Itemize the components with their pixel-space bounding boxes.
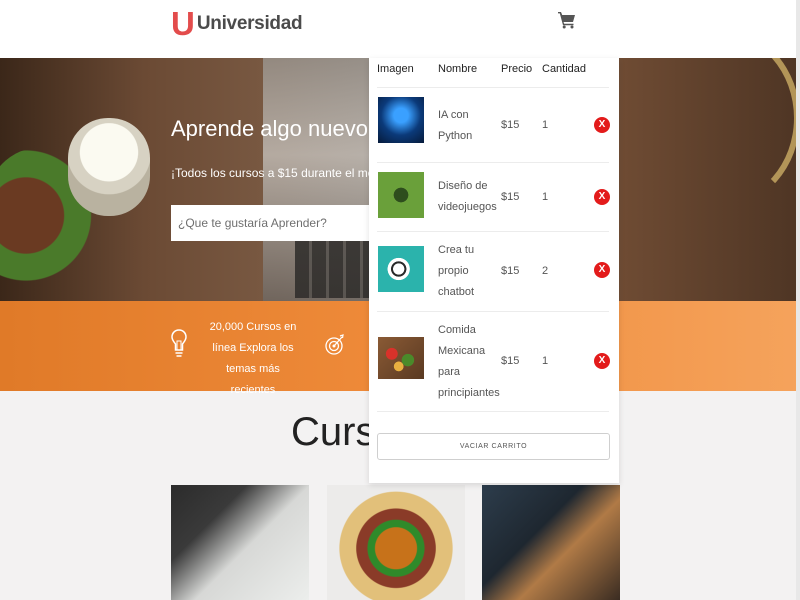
feature-text-courses: 20,000 Cursos en línea Explora los temas…: [209, 321, 297, 396]
lightbulb-icon: [171, 329, 187, 357]
cart-item-name: IA con Python: [438, 109, 473, 142]
cart-item-price: $15: [501, 265, 520, 277]
cart-header-name: Nombre: [438, 63, 478, 75]
remove-item-button[interactable]: X: [594, 117, 610, 133]
cart-row: Comida Mexicana para principiantes $15 1…: [377, 311, 610, 411]
cart-divider: [377, 411, 609, 412]
cart-row: Diseño de videojuegos $15 1 X: [377, 162, 610, 232]
cart-item-name: Crea tu propio chatbot: [438, 244, 475, 298]
course-thumb: [378, 246, 424, 292]
cart-item-price: $15: [501, 119, 520, 131]
cart-item-name: Comida Mexicana para principiantes: [438, 324, 500, 399]
remove-item-button[interactable]: X: [594, 189, 610, 205]
course-thumb: [378, 337, 424, 379]
remove-item-button[interactable]: X: [594, 262, 610, 278]
logo-mark: U: [171, 5, 195, 42]
course-card-image[interactable]: [171, 485, 309, 600]
cart-header-qty: Cantidad: [542, 63, 587, 75]
cart-item-qty: 2: [542, 265, 549, 277]
logo[interactable]: U Universidad: [171, 5, 303, 42]
hero-lamp-image: [640, 58, 800, 208]
empty-cart-button[interactable]: VACIAR CARRITO: [377, 433, 610, 460]
hero-title: Aprende algo nuevo: [171, 116, 368, 141]
cart-item-qty: 1: [542, 355, 549, 367]
shopping-cart-icon[interactable]: [558, 11, 576, 29]
course-card-image[interactable]: [327, 485, 465, 600]
page-scrollbar[interactable]: [796, 0, 800, 600]
course-card-image[interactable]: [482, 485, 620, 600]
cart-header-price: Precio: [501, 63, 533, 75]
cart-row: IA con Python $15 1 X: [377, 87, 610, 162]
cart-item-qty: 1: [542, 119, 549, 131]
search-input[interactable]: [171, 205, 371, 241]
cart-item-qty: 1: [542, 191, 549, 203]
cart-row: Crea tu propio chatbot $15 2 X: [377, 231, 610, 311]
remove-item-button[interactable]: X: [594, 353, 610, 369]
cart-item-name: Diseño de videojuegos: [438, 180, 497, 213]
logo-text: Universidad: [196, 13, 303, 34]
target-icon: [325, 334, 344, 355]
hero-candle-image: [68, 118, 150, 216]
cart-header-image: Imagen: [377, 63, 414, 75]
course-thumb: [378, 172, 424, 218]
cart-dropdown: Imagen Nombre Precio Cantidad IA con Pyt…: [369, 58, 619, 483]
course-thumb: [378, 97, 424, 143]
site-header: U Universidad: [0, 0, 800, 58]
cart-item-price: $15: [501, 191, 520, 203]
cart-item-price: $15: [501, 355, 520, 367]
